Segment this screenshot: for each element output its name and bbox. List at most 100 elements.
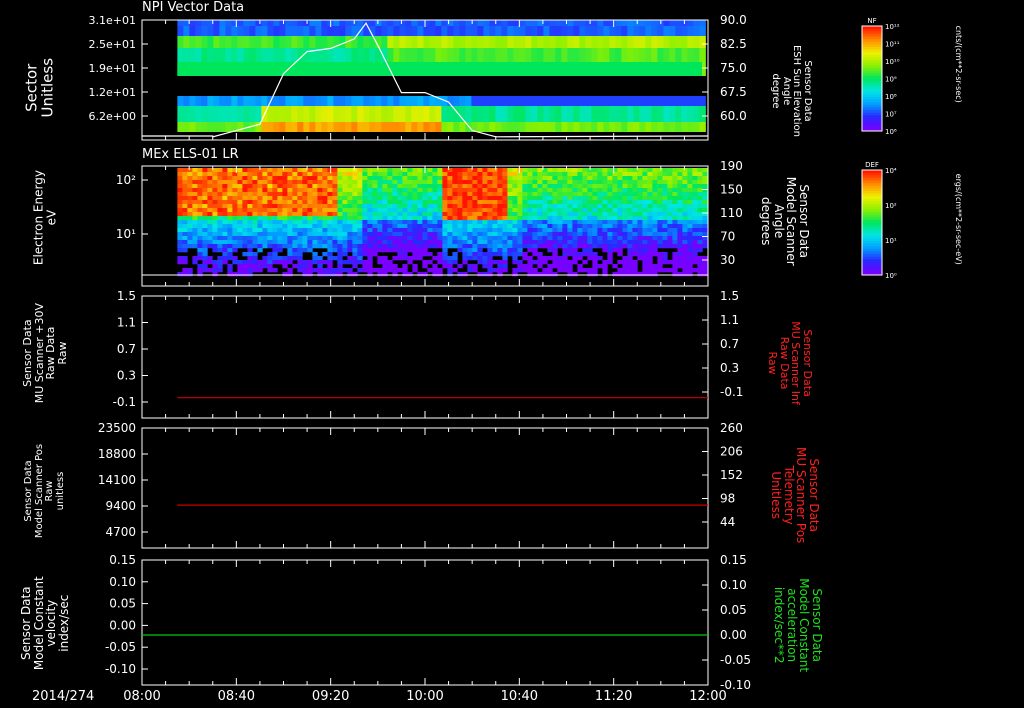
heatmap-cell	[567, 184, 573, 189]
heatmap-cell	[482, 196, 488, 201]
heatmap-cell	[585, 26, 592, 36]
heatmap-cell	[333, 122, 340, 132]
heatmap-cell	[232, 188, 238, 193]
heatmap-cell	[297, 180, 303, 185]
heatmap-cell	[652, 244, 658, 249]
heatmap-cell	[512, 176, 518, 181]
heatmap-cell	[437, 184, 443, 189]
heatmap-cell	[267, 172, 273, 177]
heatmap-cell	[687, 244, 693, 249]
heatmap-cell	[639, 48, 646, 62]
heatmap-cell	[615, 122, 622, 132]
heatmap-cell	[502, 252, 508, 257]
heatmap-cell	[302, 232, 308, 237]
heatmap-cell	[577, 240, 583, 245]
heatmap-cell	[213, 20, 220, 26]
heatmap-cell	[399, 48, 406, 62]
heatmap-cell	[405, 26, 412, 36]
heatmap-cell	[472, 224, 478, 229]
heatmap-cell	[567, 236, 573, 241]
heatmap-cell	[249, 106, 256, 122]
heatmap-cell	[267, 106, 274, 122]
heatmap-cell	[177, 260, 183, 265]
heatmap-cell	[232, 212, 238, 217]
heatmap-cell	[447, 272, 453, 277]
heatmap-cell	[402, 232, 408, 237]
heatmap-cell	[561, 96, 568, 106]
heatmap-cell	[561, 48, 568, 62]
heatmap-cell	[442, 180, 448, 185]
heatmap-cell	[612, 212, 618, 217]
heatmap-cell	[192, 196, 198, 201]
heatmap-cell	[367, 256, 373, 261]
heatmap-cell	[227, 188, 233, 193]
heatmap-cell	[207, 122, 214, 132]
heatmap-cell	[442, 240, 448, 245]
heatmap-cell	[312, 240, 318, 245]
heatmap-cell	[252, 196, 258, 201]
heatmap-cell	[587, 184, 593, 189]
heatmap-cell	[332, 180, 338, 185]
heatmap-cell	[217, 216, 223, 221]
heatmap-cell	[282, 224, 288, 229]
heatmap-cell	[367, 208, 373, 213]
heatmap-cell	[517, 172, 523, 177]
heatmap-cell	[562, 176, 568, 181]
heatmap-cell	[217, 208, 223, 213]
heatmap-cell	[532, 224, 538, 229]
heatmap-cell	[672, 208, 678, 213]
heatmap-cell	[492, 176, 498, 181]
heatmap-cell	[452, 216, 458, 221]
heatmap-cell	[531, 36, 538, 48]
heatmap-cell	[621, 20, 628, 26]
heatmap-cell	[622, 256, 628, 261]
heatmap-cell	[512, 220, 518, 225]
heatmap-cell	[287, 256, 293, 261]
heatmap-cell	[582, 212, 588, 217]
heatmap-cell	[677, 228, 683, 233]
heatmap-cell	[372, 184, 378, 189]
heatmap-cell	[489, 122, 496, 132]
heatmap-cell	[697, 196, 703, 201]
heatmap-cell	[457, 180, 463, 185]
heatmap-cell	[187, 168, 193, 173]
heatmap-cell	[662, 220, 668, 225]
heatmap-cell	[217, 228, 223, 233]
heatmap-cell	[555, 106, 562, 122]
panel2-right-label: Sensor Data Model Scanner Angle degrees	[759, 176, 812, 266]
heatmap-cell	[375, 96, 382, 106]
heatmap-cell	[687, 224, 693, 229]
heatmap-cell	[287, 232, 293, 237]
heatmap-cell	[582, 224, 588, 229]
heatmap-cell	[497, 248, 503, 253]
heatmap-cell	[462, 196, 468, 201]
heatmap-cell	[621, 106, 628, 122]
heatmap-cell	[457, 272, 463, 277]
heatmap-cell	[342, 204, 348, 209]
heatmap-cell	[507, 220, 513, 225]
heatmap-cell	[645, 20, 652, 26]
heatmap-cell	[442, 216, 448, 221]
heatmap-cell	[427, 220, 433, 225]
heatmap-cell	[647, 216, 653, 221]
heatmap-cell	[532, 204, 538, 209]
heatmap-cell	[567, 224, 573, 229]
heatmap-cell	[467, 196, 473, 201]
heatmap-cell	[262, 192, 268, 197]
heatmap-cell	[231, 106, 238, 122]
heatmap-cell	[262, 216, 268, 221]
heatmap-cell	[247, 252, 253, 257]
heatmap-cell	[447, 196, 453, 201]
heatmap-cell	[357, 192, 363, 197]
heatmap-cell	[632, 220, 638, 225]
heatmap-cell	[669, 36, 676, 48]
heatmap-cell	[377, 176, 383, 181]
heatmap-cell	[462, 260, 468, 265]
heatmap-cell	[512, 252, 518, 257]
heatmap-cell	[393, 122, 400, 132]
heatmap-cell	[207, 172, 213, 177]
heatmap-cell	[339, 122, 346, 132]
heatmap-cell	[609, 20, 616, 26]
heatmap-cell	[597, 220, 603, 225]
heatmap-cell	[687, 26, 694, 36]
